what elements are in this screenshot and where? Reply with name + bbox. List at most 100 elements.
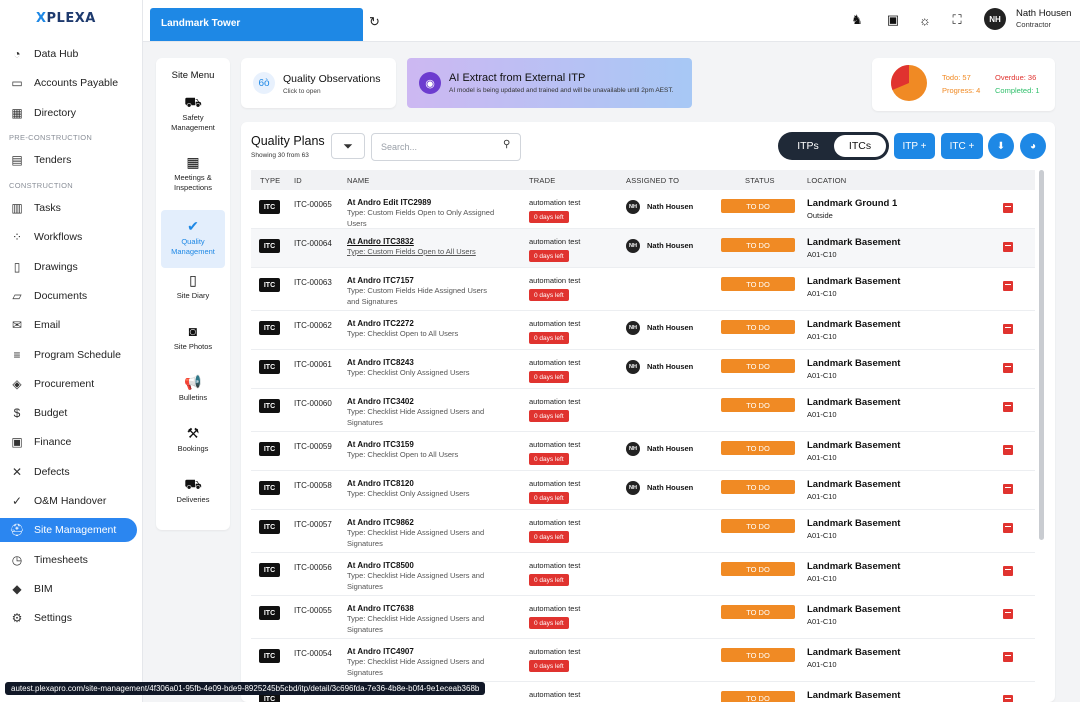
brightness-icon[interactable]: ☼ [915,10,935,30]
row-name[interactable]: At Andro ITC3402 [347,397,414,406]
project-tab[interactable]: Landmark Tower [150,8,363,41]
status-badge[interactable]: TO DO [721,519,795,533]
col-location[interactable]: LOCATION [807,176,846,185]
row-name[interactable]: At Andro ITC8120 [347,479,414,488]
delete-icon[interactable] [1003,402,1013,412]
status-badge[interactable]: TO DO [721,320,795,334]
nav-item-tenders[interactable]: ▤ Tenders [0,149,143,171]
nav-item-drawings[interactable]: ▯ Drawings [0,256,143,278]
search-input[interactable] [371,133,521,161]
nav-item-timesheets[interactable]: ◷ Timesheets [0,549,143,571]
toggle-itps[interactable]: ITPs [782,135,834,157]
row-name[interactable]: At Andro ITC4907 [347,647,414,656]
col-assigned[interactable]: ASSIGNED TO [626,176,679,185]
status-badge[interactable]: TO DO [721,648,795,662]
row-name[interactable]: At Andro ITC9862 [347,518,414,527]
filter-button[interactable]: ⏷ [331,133,365,159]
status-badge[interactable]: TO DO [721,199,795,213]
add-itc-button[interactable]: ITC + [941,133,983,159]
delete-icon[interactable] [1003,445,1013,455]
site-menu-item-site-diary[interactable]: ▯ Site Diary [161,272,225,301]
status-badge[interactable]: TO DO [721,480,795,494]
status-badge[interactable]: TO DO [721,605,795,619]
status-badge[interactable]: TO DO [721,359,795,373]
nav-item-accounts-payable[interactable]: ▭ Accounts Payable [0,72,143,94]
nav-item-defects[interactable]: ✕ Defects [0,461,143,483]
row-name[interactable]: At Andro Edit ITC2989 [347,198,431,207]
quality-observations-card[interactable]: 6ò Quality Observations Click to open [241,58,396,108]
site-menu-item-deliveries[interactable]: ⛟ Deliveries [161,476,225,505]
table-row[interactable]: ITC ITC-00058 At Andro ITC8120 Type: Checkl… [251,471,1035,510]
delete-icon[interactable] [1003,652,1013,662]
table-row[interactable]: ITC ITC-00064 At Andro ITC3832 Type: Custom… [251,229,1035,268]
status-badge[interactable]: TO DO [721,441,795,455]
row-name[interactable]: At Andro ITC3832 [347,237,414,246]
site-menu-item-site-photos[interactable]: ◙ Site Photos [161,323,225,352]
itp-itc-toggle[interactable]: ITPs ITCs [778,132,889,160]
table-row[interactable]: ITC ITC-00054 At Andro ITC4907 Type: Checkl… [251,639,1035,682]
toggle-itcs[interactable]: ITCs [834,135,886,157]
nav-item-email[interactable]: ✉ Email [0,314,143,336]
col-status[interactable]: STATUS [745,176,775,185]
nav-item-workflows[interactable]: ⁘ Workflows [0,226,143,248]
delete-icon[interactable] [1003,523,1013,533]
chart-button[interactable]: ◕ [1020,133,1046,159]
site-menu-item-meetings-inspections[interactable]: ▦ Meetings & Inspections [161,154,225,193]
col-name[interactable]: NAME [347,176,369,185]
nav-item-bim[interactable]: ◆ BIM [0,578,143,600]
delete-icon[interactable] [1003,484,1013,494]
status-badge[interactable]: TO DO [721,691,795,702]
delete-icon[interactable] [1003,324,1013,334]
delete-icon[interactable] [1003,242,1013,252]
fullscreen-icon[interactable]: ⛶ [947,10,967,30]
nav-item-documents[interactable]: ▱ Documents [0,285,143,307]
status-badge[interactable]: TO DO [721,398,795,412]
row-name[interactable]: At Andro ITC7157 [347,276,414,285]
table-row[interactable]: ITC ITC-00059 At Andro ITC3159 Type: Checkl… [251,432,1035,471]
lion-logo-icon[interactable]: ♞ [847,10,867,30]
download-button[interactable]: ⬇ [988,133,1014,159]
table-row[interactable]: ITC ITC-00060 At Andro ITC3402 Type: Checkl… [251,389,1035,432]
nav-item-site-management[interactable]: ⛑ Site Management [0,518,137,543]
delete-icon[interactable] [1003,695,1013,702]
col-type[interactable]: TYPE [260,176,280,185]
add-itp-button[interactable]: ITP + [894,133,935,159]
delete-icon[interactable] [1003,363,1013,373]
table-row[interactable]: ITC ITC-00057 At Andro ITC9862 Type: Checkl… [251,510,1035,553]
status-badge[interactable]: TO DO [721,562,795,576]
table-row[interactable]: ITC ITC-00056 At Andro ITC8500 Type: Checkl… [251,553,1035,596]
site-menu-item-bookings[interactable]: ⚒ Bookings [161,425,225,454]
table-row[interactable]: ITC ITC-00055 At Andro ITC7638 Type: Checkl… [251,596,1035,639]
nav-item-directory[interactable]: ▦ Directory [0,102,143,124]
delete-icon[interactable] [1003,566,1013,576]
col-id[interactable]: ID [294,176,302,185]
nav-item-procurement[interactable]: ◈ Procurement [0,373,143,395]
nav-item-budget[interactable]: $ Budget [0,402,143,424]
row-name[interactable]: At Andro ITC7638 [347,604,414,613]
col-trade[interactable]: TRADE [529,176,555,185]
table-row[interactable]: ITC ITC-00062 At Andro ITC2272 Type: Checkl… [251,311,1035,350]
table-row[interactable]: ITC ITC-00063 At Andro ITC7157 Type: Custom… [251,268,1035,311]
status-badge[interactable]: TO DO [721,238,795,252]
status-badge[interactable]: TO DO [721,277,795,291]
pdf-icon[interactable]: ▣ [883,10,903,30]
delete-icon[interactable] [1003,281,1013,291]
table-scrollbar[interactable] [1039,170,1044,540]
ai-extract-card[interactable]: ◉ AI Extract from External ITP AI model … [407,58,692,108]
row-name[interactable]: At Andro ITC8500 [347,561,414,570]
row-name[interactable]: At Andro ITC3159 [347,440,414,449]
nav-item-data-hub[interactable]: ◔ Data Hub [0,43,143,65]
user-avatar[interactable]: NH [984,8,1006,30]
nav-item-finance[interactable]: ▣ Finance [0,431,143,453]
row-name[interactable]: At Andro ITC8243 [347,358,414,367]
site-menu-item-quality-management[interactable]: ✔ Quality Management [161,210,225,268]
table-row[interactable]: ITC ITC-00061 At Andro ITC8243 Type: Checkl… [251,350,1035,389]
site-menu-item-bulletins[interactable]: 📢 Bulletins [161,374,225,403]
delete-icon[interactable] [1003,203,1013,213]
nav-item-tasks[interactable]: ▥ Tasks [0,197,143,219]
site-menu-item-safety-management[interactable]: ⛟ Safety Management [161,94,225,133]
table-row[interactable]: ITC ITC-00065 At Andro Edit ITC2989 Type: C… [251,190,1035,229]
row-name[interactable]: At Andro ITC2272 [347,319,414,328]
refresh-icon[interactable]: ↻ [369,14,380,30]
plexa-logo[interactable]: XPLEXA [36,11,96,26]
